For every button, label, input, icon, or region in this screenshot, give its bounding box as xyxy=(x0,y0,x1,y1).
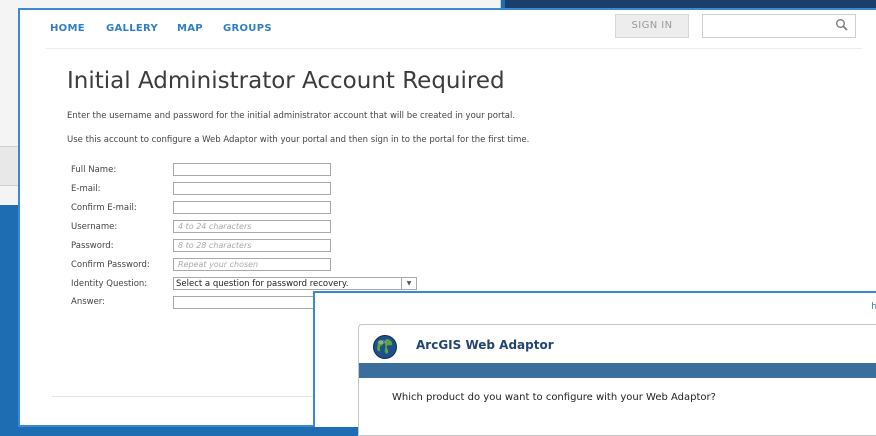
confirm-password-label: Confirm Password: xyxy=(71,260,150,270)
sign-in-button[interactable]: SIGN IN xyxy=(615,14,689,38)
nav-map-link[interactable]: MAP xyxy=(177,23,203,34)
web-adaptor-panel: ArcGIS Web Adaptor Which product do you … xyxy=(358,324,876,436)
search-input[interactable] xyxy=(702,14,856,38)
confirm-email-label: Confirm E-mail: xyxy=(71,203,137,213)
username-label: Username: xyxy=(71,222,118,232)
page-title: Initial Administrator Account Required xyxy=(67,68,505,94)
confirm-email-field[interactable] xyxy=(173,201,331,214)
intro-paragraph: Enter the username and password for the … xyxy=(67,111,516,121)
web-adaptor-window: h ArcGIS Web Adaptor Which product do yo… xyxy=(313,291,876,436)
web-adaptor-header-bar xyxy=(359,363,876,378)
password-field[interactable]: 8 to 28 characters xyxy=(173,239,331,252)
password-label: Password: xyxy=(71,241,114,251)
chevron-down-icon[interactable]: ▼ xyxy=(401,278,416,289)
confirm-password-field[interactable]: Repeat your chosen xyxy=(173,258,331,271)
instruction-paragraph: Use this account to configure a Web Adap… xyxy=(67,135,530,145)
nav-home-link[interactable]: HOME xyxy=(50,23,85,34)
nav-gallery-link[interactable]: GALLERY xyxy=(106,23,158,34)
nav-divider xyxy=(46,48,862,49)
web-adaptor-title: ArcGIS Web Adaptor xyxy=(416,338,554,352)
email-field[interactable] xyxy=(173,182,331,195)
email-label: E-mail: xyxy=(71,184,101,194)
corner-link[interactable]: h xyxy=(871,302,876,312)
username-field[interactable]: 4 to 24 characters xyxy=(173,220,331,233)
form-divider xyxy=(52,396,322,397)
web-adaptor-header: ArcGIS Web Adaptor xyxy=(359,325,876,363)
full-name-label: Full Name: xyxy=(71,165,117,175)
top-navigation: HOME GALLERY MAP GROUPS SIGN IN xyxy=(20,10,876,48)
identity-question-select[interactable]: Select a question for password recovery.… xyxy=(173,277,417,290)
nav-groups-link[interactable]: GROUPS xyxy=(223,23,272,34)
identity-question-label: Identity Question: xyxy=(71,279,148,289)
full-name-field[interactable] xyxy=(173,163,331,176)
globe-icon xyxy=(373,335,397,359)
search-icon[interactable] xyxy=(835,18,849,32)
answer-label: Answer: xyxy=(71,297,106,307)
identity-question-selected: Select a question for password recovery. xyxy=(176,279,349,289)
answer-field[interactable] xyxy=(173,296,321,309)
product-question: Which product do you want to configure w… xyxy=(392,392,716,403)
